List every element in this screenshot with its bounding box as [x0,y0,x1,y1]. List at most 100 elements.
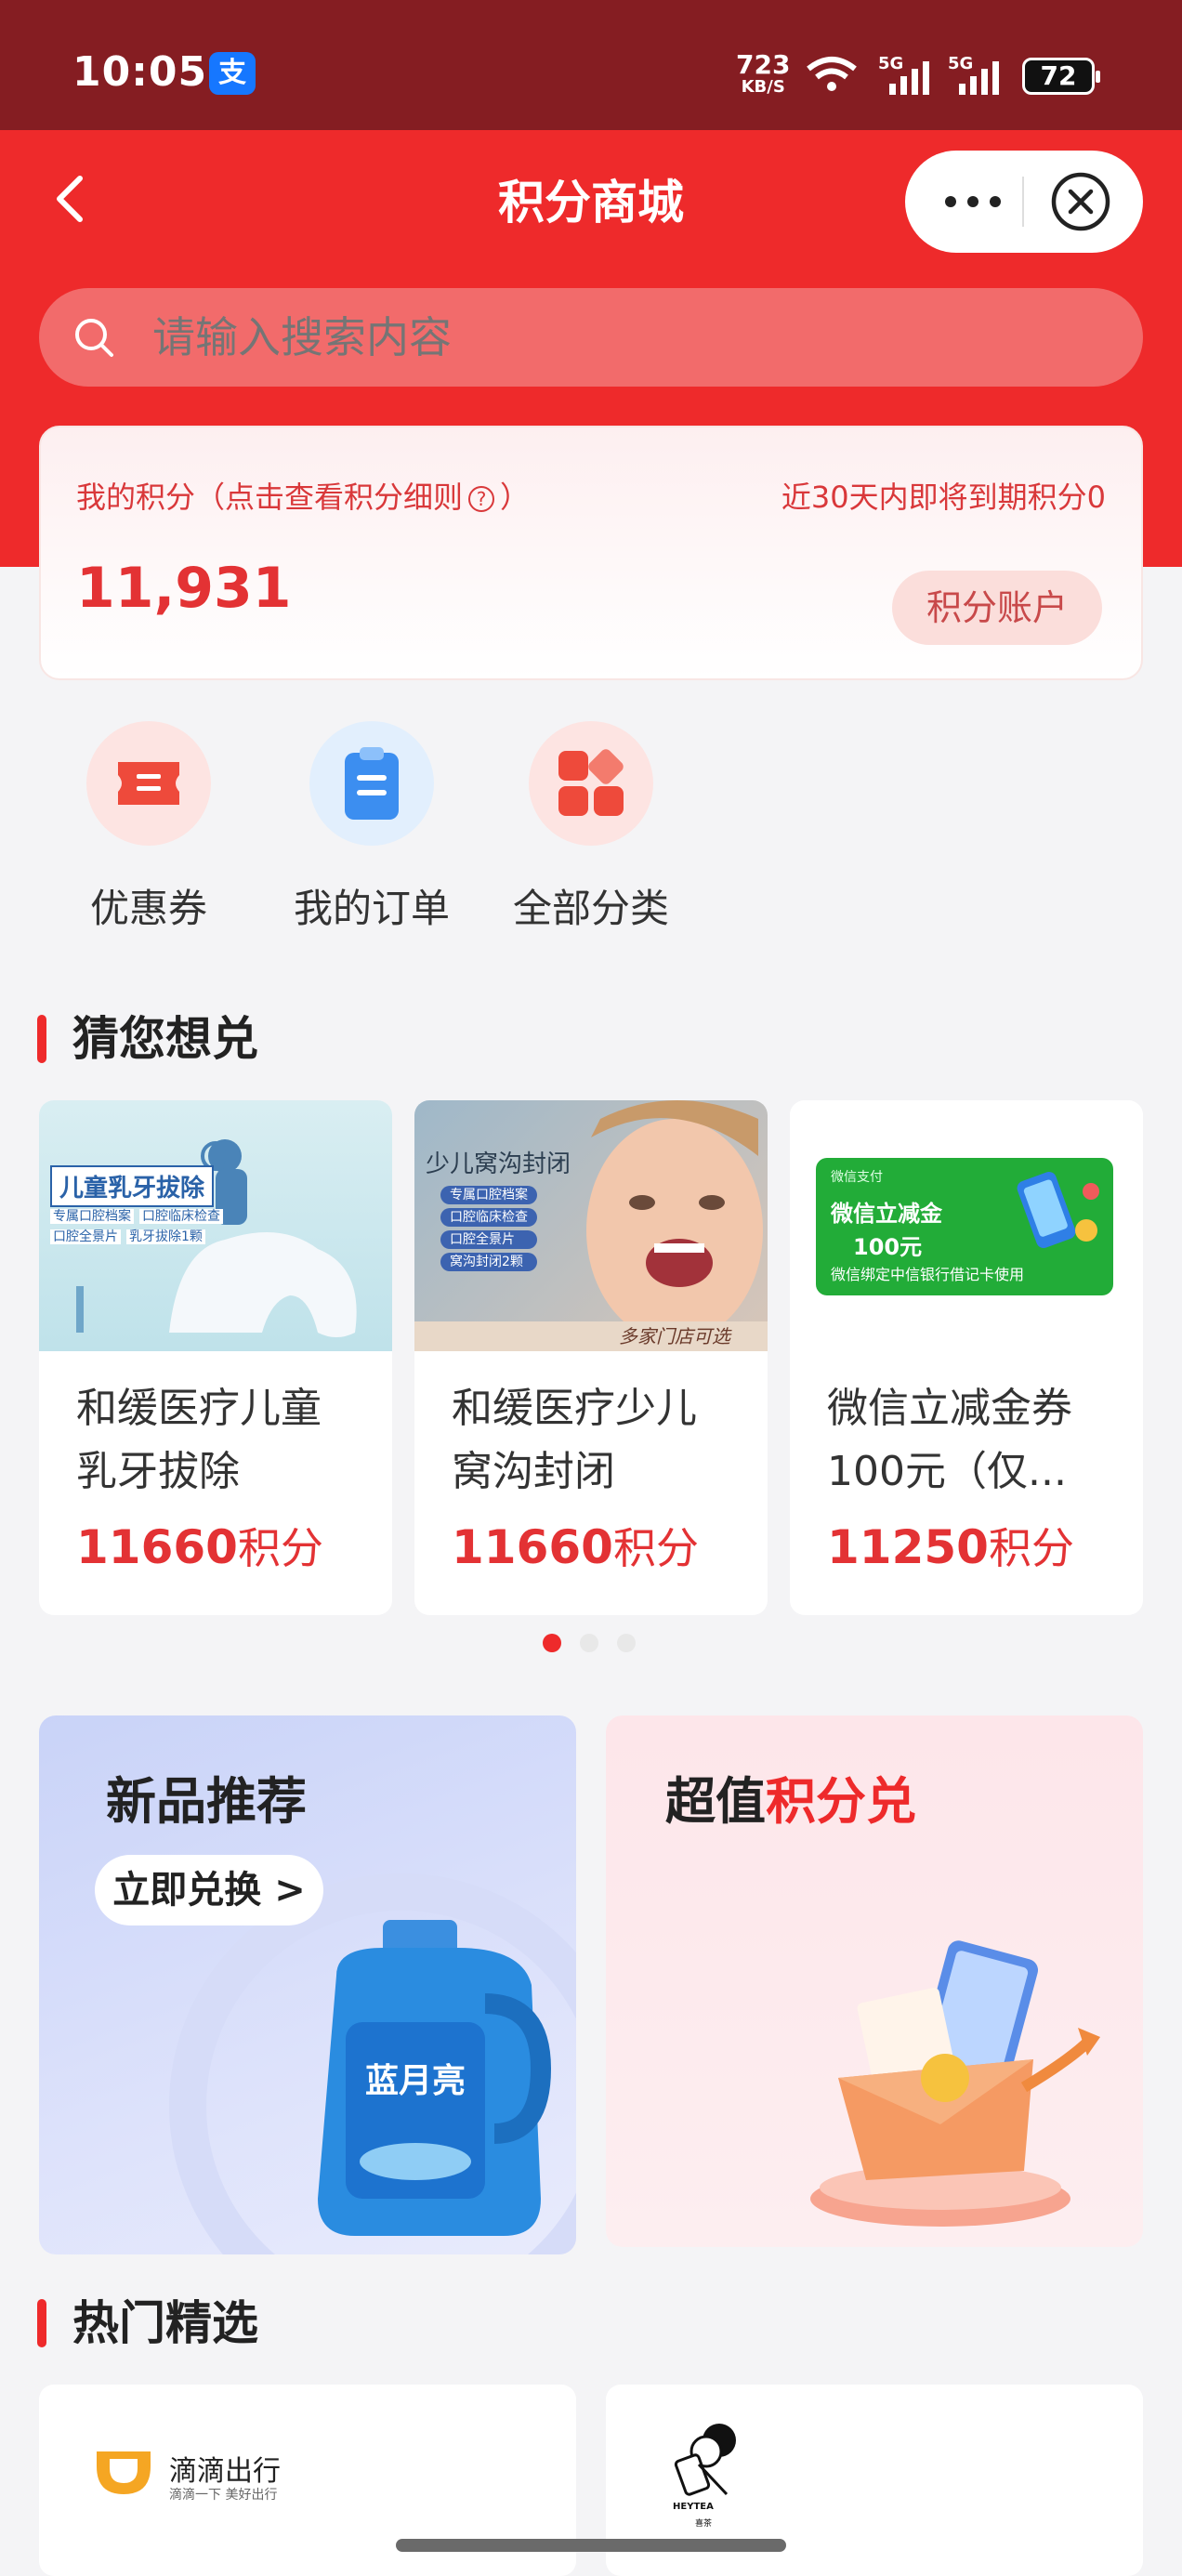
carousel-pagination [543,1634,654,1654]
section-title: 猜您想兑 [72,1012,258,1066]
product-image-tags: 专属口腔档案 口腔临床检查 口腔全景片 窝沟封闭2颗 [440,1186,537,1271]
shortcut-my-orders[interactable]: 我的订单 [279,721,465,934]
product-card[interactable]: 少儿窝沟封闭 专属口腔档案 口腔临床检查 口腔全景片 窝沟封闭2颗 多家门店可选… [414,1100,768,1615]
category-grid-icon [529,721,653,846]
help-circle-icon: ? [468,486,495,512]
signal-bars-icon [959,61,999,95]
coupon-amount: 100元 [853,1234,923,1260]
image-tag: 乳牙拔除1颗 [126,1229,205,1244]
image-tag: 专属口腔档案 [50,1209,134,1224]
section-title: 热门精选 [72,2296,258,2350]
product-card[interactable]: 儿童乳牙拔除 专属口腔档案 口腔临床检查 口腔全景片 乳牙拔除1颗 和缓医疗儿童 乳牙… [39,1100,392,1615]
didi-slogan: 滴滴一下 美好出行 [169,2488,278,2503]
banner-title: 新品推荐 [106,1772,307,1831]
cell-signal-2: 5G [948,54,1004,95]
wechat-pay-brand: 微信支付 [831,1170,883,1185]
cell-signal-1: 5G [878,54,934,95]
heytea-brand: HEYTEA [673,2502,714,2512]
image-tag: 专属口腔档案 [440,1186,537,1204]
product-name-line: 乳牙拔除 [76,1448,240,1495]
section-accent-bar [37,1014,46,1063]
heytea-logo-icon [674,2424,736,2496]
points-label-end: ） [500,480,531,515]
shortcut-label: 我的订单 [293,886,450,931]
phone-illustration [1017,1172,1099,1248]
didi-logo-icon [97,2451,151,2494]
price-value: 11660 [452,1520,613,1574]
product-image-heading: 少儿窝沟封闭 [426,1150,571,1178]
product-name-line: 微信立减金券 [827,1385,1072,1432]
product-name-line: 100元（仅... [827,1448,1067,1495]
shortcut-label: 全部分类 [512,886,669,931]
heytea-brand-cn: 喜茶 [695,2519,713,2529]
banner-new-products[interactable]: 新品推荐 立即兑换 > 蓝月亮 [39,1715,576,2254]
ellipsis-icon[interactable] [939,184,1007,219]
close-circle-icon[interactable] [1050,171,1111,232]
search-bar[interactable] [39,288,1143,387]
product-name: 和缓医疗少儿 窝沟封闭 [452,1377,749,1504]
points-rules-link[interactable]: 我的积分（点击查看积分细则?） [76,474,530,517]
price-unit: 积分 [237,1523,323,1573]
coupon-icon [86,721,211,846]
product-image-tags: 专属口腔档案 口腔临床检查 口腔全景片 乳牙拔除1颗 [50,1206,264,1247]
image-tag: 口腔临床检查 [440,1208,537,1227]
product-name: 和缓医疗儿童 乳牙拔除 [76,1377,374,1504]
product-image-heading: 儿童乳牙拔除 [50,1165,215,1207]
product-name-line: 窝沟封闭 [452,1448,615,1495]
points-card: 我的积分（点击查看积分细则?） 近30天内即将到期积分0 11,931 积分账户 [39,426,1143,680]
image-tag: 口腔全景片 [50,1229,121,1244]
coupon-footer: 微信绑定中信银行借记卡使用 [831,1266,1025,1283]
image-tag: 口腔临床检查 [139,1209,223,1224]
section-guess-header: 猜您想兑 [37,1002,258,1069]
network-speed: 723 KB/S [736,52,790,97]
price-unit: 积分 [988,1523,1074,1573]
search-input[interactable] [152,288,989,387]
network-speed-unit: KB/S [741,77,785,97]
capsule-divider [1022,177,1024,227]
price-unit: 积分 [612,1523,699,1573]
product-image: 儿童乳牙拔除 专属口腔档案 口腔临床检查 口腔全景片 乳牙拔除1颗 [39,1100,392,1351]
network-speed-value: 723 [736,49,791,80]
carousel-dot[interactable] [580,1634,598,1652]
product-price: 11660积分 [452,1515,699,1576]
expiring-points: 近30天内即将到期积分0 [781,480,1106,515]
banner-value-points[interactable]: 超值积分兑 [606,1715,1143,2247]
price-value: 11250 [827,1520,989,1574]
product-name-line: 和缓医疗少儿 [452,1385,697,1432]
wechat-coupon-graphic: 微信支付 微信立减金 100元 微信绑定中信银行借记卡使用 [816,1158,1113,1295]
redeem-now-button[interactable]: 立即兑换 > [95,1855,323,1925]
image-tag: 窝沟封闭2颗 [440,1253,537,1271]
shortcut-all-categories[interactable]: 全部分类 [498,721,684,934]
bottle-brand: 蓝月亮 [365,2062,466,2100]
home-indicator[interactable] [396,2539,786,2552]
didi-brand: 滴滴出行 [169,2455,281,2488]
shortcut-coupons[interactable]: 优惠券 [56,721,242,934]
points-label: 我的积分（点击查看积分细则 [76,480,464,515]
product-image: 少儿窝沟封闭 专属口腔档案 口腔临床检查 口腔全景片 窝沟封闭2颗 多家门店可选 [414,1100,768,1351]
points-account-button[interactable]: 积分账户 [892,571,1102,645]
product-name: 微信立减金券 100元（仅... [827,1377,1124,1504]
shortcut-label: 优惠券 [89,886,207,931]
product-image: 微信支付 微信立减金 100元 微信绑定中信银行借记卡使用 [790,1100,1143,1351]
carousel-dot-active[interactable] [543,1634,561,1652]
coupon-heading: 微信立减金 [831,1201,942,1227]
price-value: 11660 [76,1520,238,1574]
status-bar: 10:05 支 723 KB/S 5G 5G 72 [0,0,1182,130]
points-balance: 11,931 [76,556,292,621]
product-image-footer: 多家门店可选 [414,1321,768,1351]
banner-title-part: 超值 [665,1772,766,1831]
section-hot-header: 热门精选 [37,2286,258,2353]
product-card[interactable]: 微信支付 微信立减金 100元 微信绑定中信银行借记卡使用 微信立减金券 100元… [790,1100,1143,1615]
alipay-app-icon: 支 [209,52,256,95]
detergent-bottle-illustration: 蓝月亮 [318,1920,552,2236]
mini-program-capsule [905,151,1143,253]
product-name-line: 和缓医疗儿童 [76,1385,322,1432]
status-time: 10:05 [72,48,208,96]
product-price: 11250积分 [827,1515,1074,1576]
signal-bars-icon [889,61,929,95]
search-icon [75,319,113,357]
wifi-icon [807,57,857,91]
image-tag: 口腔全景片 [440,1230,537,1249]
carousel-dot[interactable] [617,1634,636,1652]
section-accent-bar [37,2298,46,2347]
